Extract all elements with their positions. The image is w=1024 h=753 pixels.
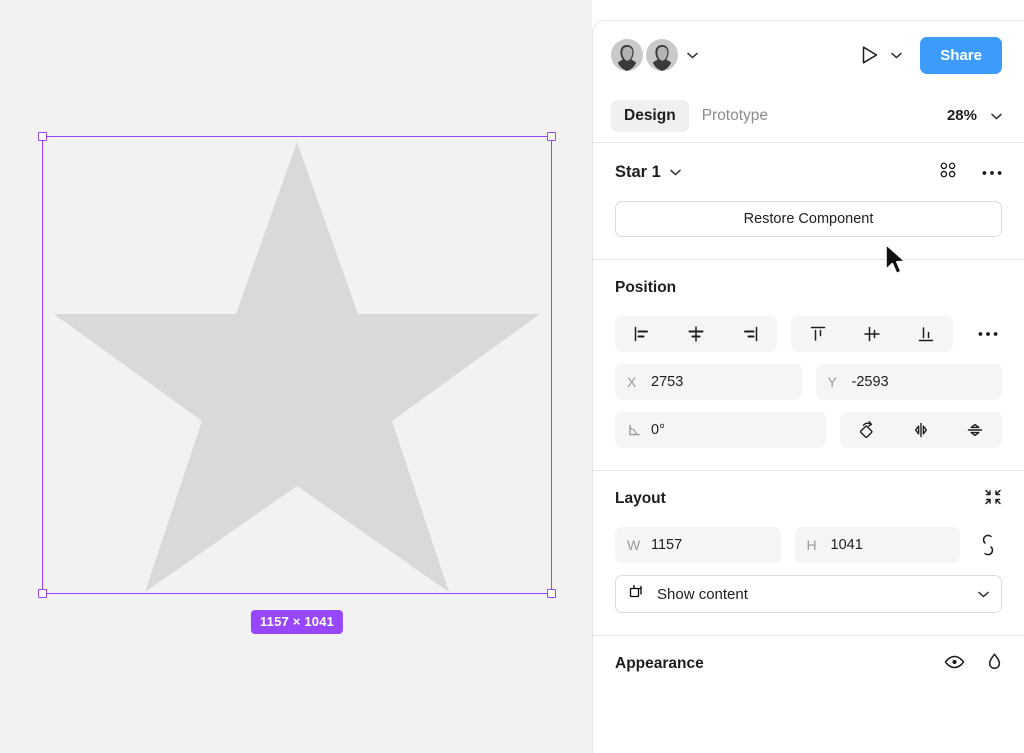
layer-actions: [938, 160, 1002, 185]
panel-topbar: Share: [593, 21, 1024, 89]
x-position-field[interactable]: X 2753: [615, 364, 802, 400]
h-label: H: [806, 537, 817, 553]
present-options-chevron-icon[interactable]: [891, 46, 903, 64]
component-diamond-icon[interactable]: [938, 160, 958, 185]
layer-name-row: Star 1: [615, 143, 1002, 201]
align-vertical-center-icon[interactable]: [845, 316, 899, 352]
restore-component-wrap: Restore Component: [615, 201, 1002, 259]
appearance-header: Appearance: [615, 636, 1002, 692]
present-play-icon[interactable]: [861, 45, 879, 65]
star-shape[interactable]: [42, 136, 552, 594]
layout-title: Layout: [615, 490, 666, 507]
rotation-row: 0°: [615, 412, 1002, 448]
layer-chevron-down-icon[interactable]: [670, 163, 681, 181]
align-left-icon[interactable]: [615, 316, 669, 352]
vertical-align-group: [791, 316, 953, 352]
flip-vertical-icon[interactable]: [948, 412, 1002, 448]
right-properties-panel: Share Design Prototype 28% Star 1 Restor…: [592, 20, 1024, 753]
w-label: W: [627, 537, 641, 553]
align-right-icon[interactable]: [723, 316, 777, 352]
x-value: 2753: [651, 374, 684, 390]
panel-tabs: Design Prototype 28%: [593, 89, 1024, 143]
rotation-value: 0°: [651, 422, 665, 438]
avatar[interactable]: [611, 39, 643, 71]
appearance-title: Appearance: [615, 655, 704, 672]
selected-object-star[interactable]: 1157 × 1041: [38, 132, 556, 634]
x-label: X: [627, 374, 637, 390]
position-title: Position: [615, 279, 677, 296]
clip-content-chevron-down-icon[interactable]: [978, 585, 989, 603]
angle-icon: [627, 423, 647, 437]
position-section: Position X 2753 Y -2593 0°: [593, 260, 1024, 471]
zoom-chevron-down-icon[interactable]: [991, 107, 1002, 125]
rotate-icon[interactable]: [840, 412, 894, 448]
more-horizontal-icon[interactable]: [982, 163, 1002, 181]
layer-section: Star 1 Restore Component: [593, 143, 1024, 260]
rotation-field[interactable]: 0°: [615, 412, 826, 448]
y-value: -2593: [851, 374, 889, 390]
flip-horizontal-icon[interactable]: [894, 412, 948, 448]
restore-component-button[interactable]: Restore Component: [615, 201, 1002, 237]
share-button[interactable]: Share: [920, 36, 1002, 74]
h-value: 1041: [830, 537, 863, 553]
eye-icon[interactable]: [944, 654, 965, 675]
chevron-down-icon[interactable]: [687, 46, 698, 64]
y-label: Y: [827, 374, 837, 390]
tab-prototype[interactable]: Prototype: [689, 100, 781, 132]
frame-clip-icon: [628, 583, 645, 605]
width-field[interactable]: W 1157: [615, 527, 781, 563]
horizontal-align-group: [615, 316, 777, 352]
layer-name[interactable]: Star 1: [615, 163, 661, 182]
align-bottom-icon[interactable]: [899, 316, 953, 352]
wh-row: W 1157 H 1041: [615, 527, 1002, 563]
xy-row: X 2753 Y -2593: [615, 364, 1002, 400]
transform-group: [840, 412, 1002, 448]
collapse-inward-icon[interactable]: [984, 488, 1002, 511]
link-constraint-icon[interactable]: [974, 527, 1002, 563]
clip-content-label: Show content: [657, 585, 748, 603]
alignment-row: [615, 316, 1002, 352]
height-field[interactable]: H 1041: [794, 527, 960, 563]
collaborator-avatars[interactable]: [611, 39, 698, 71]
layout-section: Layout W 1157 H 1041 Show content: [593, 471, 1024, 636]
avatar[interactable]: [646, 39, 678, 71]
design-canvas[interactable]: 1157 × 1041: [0, 0, 592, 753]
align-horizontal-center-icon[interactable]: [669, 316, 723, 352]
clip-content-dropdown[interactable]: Show content: [615, 575, 1002, 613]
blend-drop-icon[interactable]: [987, 652, 1002, 676]
layout-header: Layout: [615, 471, 1002, 527]
tab-design[interactable]: Design: [611, 99, 689, 132]
layout-header-icons: [984, 488, 1002, 511]
appearance-section: Appearance: [593, 636, 1024, 692]
position-header: Position: [615, 260, 1002, 316]
w-value: 1157: [651, 537, 683, 553]
y-position-field[interactable]: Y -2593: [815, 364, 1002, 400]
selection-size-badge: 1157 × 1041: [250, 610, 344, 634]
zoom-level-value[interactable]: 28%: [947, 107, 977, 124]
align-top-icon[interactable]: [791, 316, 845, 352]
position-more-horizontal-icon[interactable]: [974, 316, 1002, 352]
appearance-header-icons: [944, 652, 1002, 676]
